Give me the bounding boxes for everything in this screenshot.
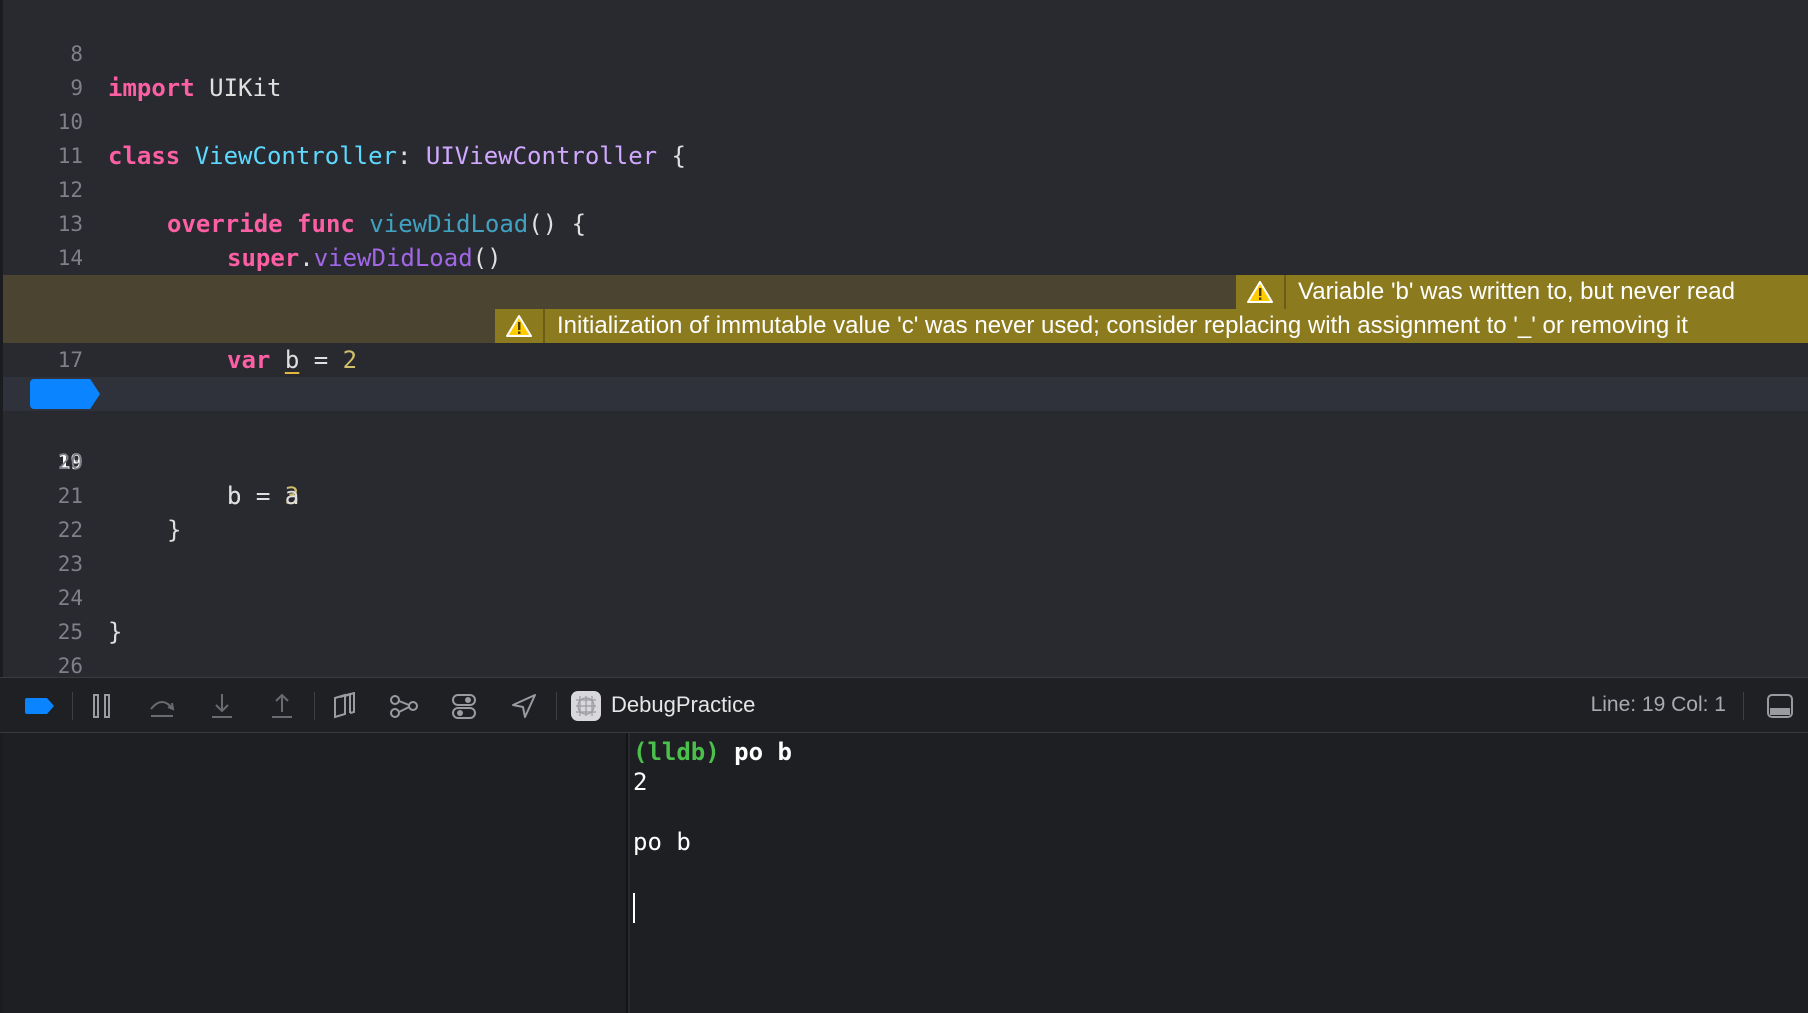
scheme-label[interactable]: DebugPractice bbox=[611, 678, 755, 732]
code-line-21[interactable]: 21 } bbox=[3, 445, 1808, 544]
warning-text: Initialization of immutable value 'c' wa… bbox=[557, 312, 1688, 339]
lldb-prompt: (lldb) bbox=[633, 738, 720, 766]
code-line-8[interactable]: 8 import UIKit bbox=[3, 3, 1808, 102]
step-into-icon[interactable] bbox=[204, 688, 240, 724]
view-hierarchy-icon[interactable] bbox=[326, 688, 362, 724]
pause-icon[interactable] bbox=[84, 688, 120, 724]
simulate-location-icon[interactable] bbox=[506, 688, 542, 724]
console-input-echo: po b bbox=[633, 828, 691, 856]
warning-icon bbox=[1236, 275, 1286, 309]
source-editor[interactable]: 8 import UIKit 9 10 class ViewController… bbox=[0, 0, 1808, 678]
code-line-12[interactable]: 12 override func viewDidLoad() { bbox=[3, 139, 1808, 238]
code-line-16[interactable]: 16 var b = 2 Variable 'b' was written to… bbox=[3, 275, 1808, 374]
warning-banner-line-16[interactable]: Variable 'b' was written to, but never r… bbox=[1236, 275, 1808, 309]
breakpoint-marker[interactable] bbox=[30, 379, 100, 409]
breakpoints-toggle-icon[interactable] bbox=[22, 688, 58, 724]
console-blank bbox=[633, 797, 1808, 827]
console-input-line[interactable] bbox=[633, 887, 1808, 923]
code-line-23[interactable]: 23 bbox=[3, 513, 1808, 576]
console-line: (lldb) po b bbox=[633, 737, 1808, 767]
console-output: 2 bbox=[633, 768, 648, 796]
variables-view[interactable] bbox=[0, 733, 628, 1013]
lldb-console[interactable]: (lldb) po b 2 po b bbox=[630, 733, 1808, 1013]
warning-banner-line-17[interactable]: Initialization of immutable value 'c' wa… bbox=[495, 309, 1808, 343]
code-line-19[interactable]: 19 b = 3 bbox=[3, 377, 1808, 510]
toggle-debug-area-icon[interactable] bbox=[1762, 688, 1798, 724]
cursor-position: Line: 19 Col: 1 bbox=[1590, 693, 1726, 716]
code-line-18[interactable]: 18 bbox=[3, 343, 1808, 406]
code-line-24[interactable]: 24 } bbox=[3, 547, 1808, 646]
code-line-14[interactable]: 14 bbox=[3, 207, 1808, 270]
code-line-20[interactable]: 20 b = a bbox=[3, 411, 1808, 510]
code-line-17[interactable]: 17 let c = 6 Initialization of immutable… bbox=[3, 309, 1808, 408]
debug-bar: DebugPractice Line: 19 Col: 1 bbox=[0, 677, 1808, 733]
warning-icon bbox=[495, 309, 545, 343]
warning-text: Variable 'b' was written to, but never r… bbox=[1298, 278, 1735, 305]
code-line-13[interactable]: 13 super.viewDidLoad() bbox=[3, 173, 1808, 272]
code-line-25[interactable]: 25 bbox=[3, 581, 1808, 644]
console-blank bbox=[633, 857, 1808, 887]
code-line-15[interactable]: 15 let a = 0 bbox=[3, 241, 1808, 340]
memory-graph-icon[interactable] bbox=[386, 688, 422, 724]
code-line-11[interactable]: 11 bbox=[3, 105, 1808, 168]
code-line-26[interactable]: 26 bbox=[3, 615, 1808, 678]
console-command: po b bbox=[719, 738, 792, 766]
text-cursor bbox=[633, 893, 635, 923]
code-line-9[interactable]: 9 bbox=[3, 37, 1808, 100]
code-line-10[interactable]: 10 class ViewController: UIViewControlle… bbox=[3, 71, 1808, 170]
code-line-22[interactable]: 22 bbox=[3, 479, 1808, 542]
step-out-icon[interactable] bbox=[264, 688, 300, 724]
app-icon[interactable] bbox=[568, 688, 604, 724]
step-over-icon[interactable] bbox=[144, 688, 180, 724]
environment-overrides-icon[interactable] bbox=[446, 688, 482, 724]
